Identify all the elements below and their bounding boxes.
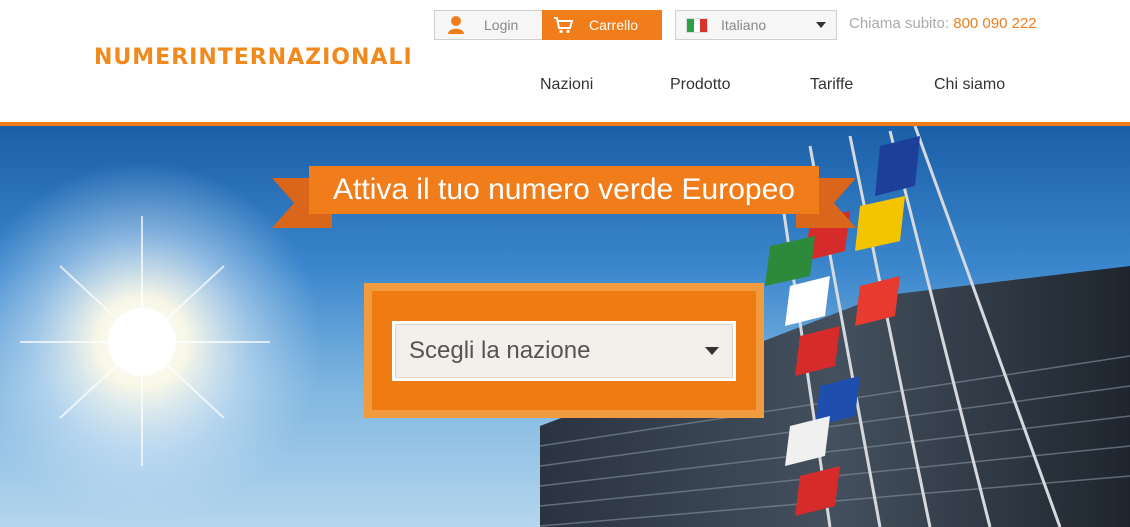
language-label: Italiano (721, 17, 767, 33)
ribbon-band: Attiva il tuo numero verde Europeo (309, 166, 819, 214)
cart-icon (554, 17, 573, 34)
country-picker-panel: Scegli la nazione (364, 283, 764, 418)
chevron-down-icon (705, 347, 719, 355)
nav-item-nazioni[interactable]: Nazioni (540, 76, 593, 94)
login-button[interactable]: Login (434, 10, 543, 40)
login-label: Login (484, 17, 519, 33)
cart-button[interactable]: Carrello (542, 10, 662, 40)
nav-item-prodotto[interactable]: Prodotto (670, 76, 730, 94)
call-prefix: Chiama subito: (849, 15, 950, 32)
phone-number-link[interactable]: 800 090 222 (953, 15, 1036, 32)
hero-banner: Attiva il tuo numero verde Europeo Scegl… (0, 126, 1130, 527)
user-icon (448, 16, 464, 34)
nav-item-tariffe[interactable]: Tariffe (810, 76, 853, 94)
main-nav: Nazioni Prodotto Tariffe Chi siamo (0, 76, 1130, 98)
hero-ribbon: Attiva il tuo numero verde Europeo (272, 166, 856, 228)
site-header: NUMERINTERNAZIONALI Login Carrello Itali… (0, 0, 1130, 122)
call-info: Chiama subito: 800 090 222 (849, 15, 1037, 32)
chevron-down-icon (816, 22, 826, 28)
country-select[interactable]: Scegli la nazione (392, 321, 736, 381)
language-select[interactable]: Italiano (675, 10, 837, 40)
italy-flag-icon (686, 17, 708, 33)
nav-item-chi-siamo[interactable]: Chi siamo (934, 76, 1005, 94)
site-logo[interactable]: NUMERINTERNAZIONALI (94, 45, 413, 71)
cart-label: Carrello (589, 17, 639, 33)
hero-title: Attiva il tuo numero verde Europeo (333, 173, 795, 206)
country-select-label: Scegli la nazione (409, 337, 591, 364)
